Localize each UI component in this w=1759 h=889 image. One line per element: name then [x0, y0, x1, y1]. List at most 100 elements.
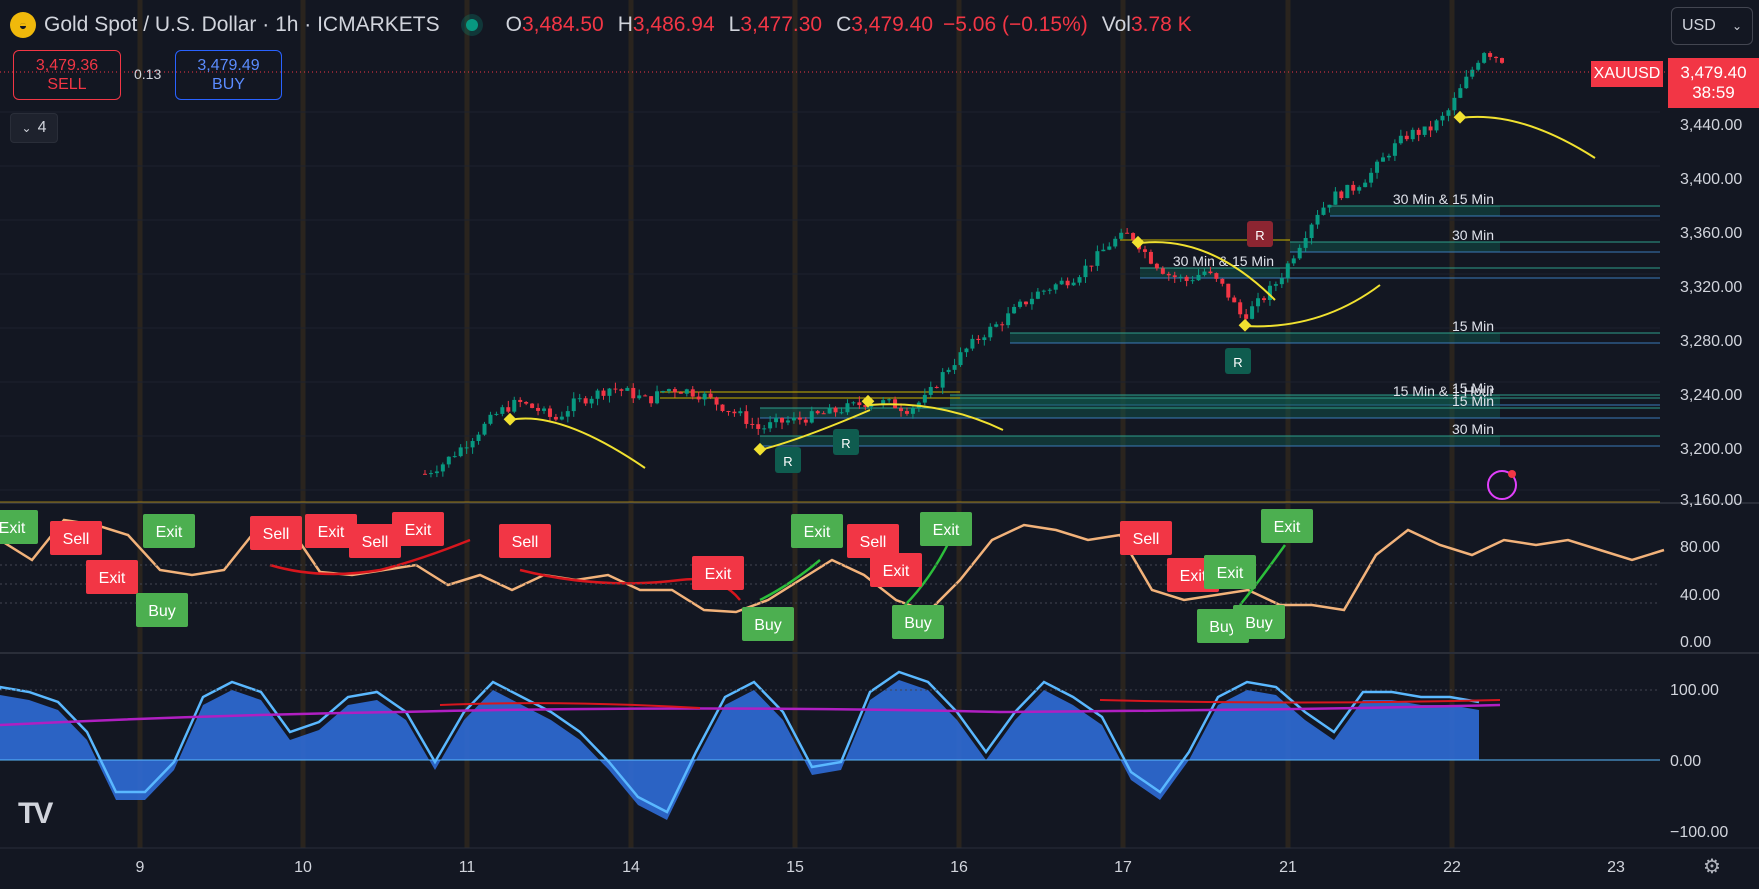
gear-icon[interactable]: ⚙ — [1703, 854, 1721, 879]
candle-body — [768, 422, 773, 429]
candle-body — [821, 413, 826, 415]
candle-body — [976, 338, 981, 341]
candle-body — [1363, 182, 1368, 188]
zone-label: 30 Min — [1452, 421, 1494, 437]
candle-body — [625, 387, 630, 391]
candle-body — [649, 396, 654, 404]
currency-select[interactable]: USD ⌄ — [1671, 7, 1753, 45]
candle-body — [1470, 69, 1475, 77]
candle-body — [1006, 313, 1011, 326]
candle-body — [1018, 301, 1023, 307]
candle-body — [1285, 263, 1290, 279]
low-value: 3,477.30 — [740, 13, 823, 36]
candle-body — [1053, 284, 1058, 290]
open-label: O — [505, 13, 522, 36]
candle-body — [988, 326, 993, 338]
rsi-axis-label: 0.00 — [1680, 634, 1711, 651]
signal-label: Sell — [263, 526, 290, 543]
gold-coin-icon: ◒ — [10, 12, 36, 38]
signal-label: Exit — [1180, 568, 1207, 585]
candle-body — [440, 464, 445, 472]
candle-body — [1464, 76, 1469, 89]
currency-value: USD — [1682, 17, 1716, 34]
candle-body — [1410, 129, 1415, 140]
candle-body — [577, 398, 582, 400]
candle-body — [797, 417, 802, 420]
price-axis-label: 3,440.00 — [1680, 117, 1742, 134]
candle-body — [756, 424, 761, 429]
zone-label: 15 Min — [1452, 318, 1494, 334]
signal-label: Buy — [754, 617, 782, 634]
arc-curve — [509, 417, 646, 469]
candle-body — [1357, 187, 1362, 191]
symbol-title[interactable]: Gold Spot / U.S. Dollar · 1h · ICMARKETS — [44, 13, 440, 37]
candle-body — [1404, 135, 1409, 140]
sell-button[interactable]: 3,479.36 SELL — [13, 50, 121, 100]
candle-body — [1416, 129, 1421, 135]
candle-body — [637, 395, 642, 399]
candle-body — [1380, 157, 1385, 162]
last-price-tag: 3,479.40 38:59 — [1668, 58, 1759, 108]
candle-body — [881, 400, 886, 404]
time-axis-label: 15 — [786, 859, 804, 876]
zone-box — [760, 436, 1500, 446]
close-value: 3,479.40 — [851, 13, 933, 36]
r-marker-label: R — [841, 436, 850, 451]
candle-body — [661, 391, 666, 393]
buy-label: BUY — [212, 76, 245, 93]
signal-label: Sell — [63, 531, 90, 548]
candle-body — [1000, 324, 1005, 326]
candle-body — [1041, 290, 1046, 292]
candle-body — [1345, 184, 1350, 199]
buy-button[interactable]: 3,479.49 BUY — [175, 50, 282, 100]
candle-body — [1059, 280, 1064, 285]
candle-body — [506, 407, 511, 412]
signal-label: Exit — [0, 520, 26, 537]
tradingview-logo: TV — [18, 797, 53, 830]
price-axis-label: 3,280.00 — [1680, 333, 1742, 350]
candle-body — [1012, 306, 1017, 314]
candle-body — [1476, 62, 1481, 70]
candle-body — [1488, 53, 1493, 57]
candle-body — [1160, 268, 1165, 274]
candle-body — [827, 407, 832, 414]
candle-body — [1256, 298, 1261, 307]
osc-axis-label: −100.00 — [1670, 824, 1728, 841]
candle-body — [1321, 207, 1326, 215]
price-axis-label: 3,160.00 — [1680, 492, 1742, 509]
candle-body — [571, 398, 576, 412]
rsi-axis-label: 80.00 — [1680, 539, 1720, 556]
candle-body — [690, 389, 695, 397]
candle-body — [1095, 251, 1100, 266]
signal-label: Sell — [362, 534, 389, 551]
time-axis-label: 10 — [294, 859, 312, 876]
candle-body — [452, 456, 457, 458]
candle-body — [1452, 97, 1457, 111]
candle-body — [1351, 184, 1356, 191]
candle-body — [1220, 278, 1225, 284]
candle-body — [762, 428, 767, 430]
candle-body — [547, 408, 552, 417]
candle-body — [1303, 238, 1308, 248]
candle-body — [1339, 191, 1344, 199]
candle-body — [1077, 277, 1082, 283]
candle-body — [631, 387, 636, 399]
candle-body — [809, 411, 814, 423]
zone-box — [950, 398, 1500, 408]
indicators-toggle-button[interactable]: ⌄ 4 — [10, 113, 58, 143]
candle-body — [464, 447, 469, 449]
candle-body — [964, 348, 969, 353]
osc-axis-label: 0.00 — [1670, 753, 1701, 770]
price-axis-label: 3,400.00 — [1680, 171, 1742, 188]
candle-body — [1375, 161, 1380, 173]
time-axis-label: 16 — [950, 859, 968, 876]
candle-body — [1035, 291, 1040, 299]
zone-label: 15 Min — [1452, 393, 1494, 409]
chart-canvas[interactable]: 30 Min & 15 Min30 Min30 Min & 15 Min15 M… — [0, 0, 1759, 889]
time-axis-label: 11 — [459, 859, 476, 876]
signal-label: Buy — [1245, 615, 1273, 632]
candle-body — [1047, 289, 1052, 291]
candle-body — [1208, 271, 1213, 274]
candle-body — [934, 386, 939, 388]
candle-body — [1446, 110, 1451, 116]
